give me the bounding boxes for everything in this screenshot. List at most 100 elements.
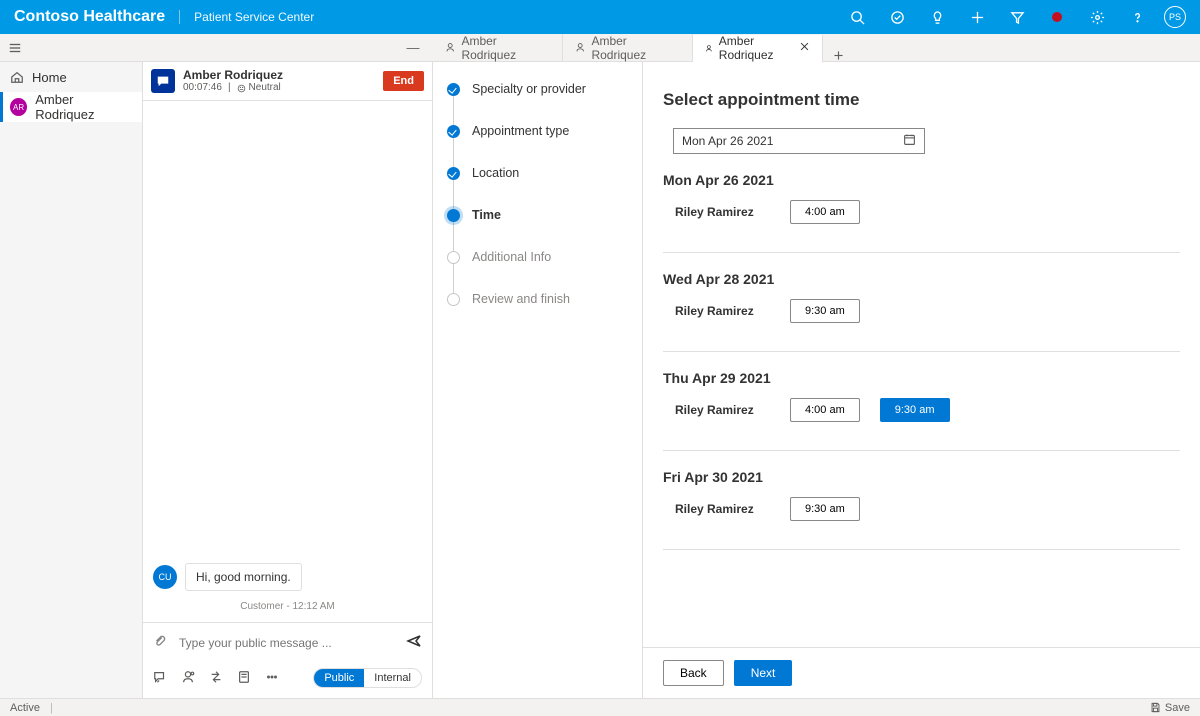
wizard-step-1[interactable]: Appointment type bbox=[447, 124, 628, 166]
tab-label: Amber Rodriquez bbox=[461, 34, 550, 62]
provider-name: Riley Ramirez bbox=[675, 304, 770, 318]
time-slot[interactable]: 4:00 am bbox=[790, 200, 860, 224]
wizard-step-0[interactable]: Specialty or provider bbox=[447, 82, 628, 124]
nav-home[interactable]: Home bbox=[0, 62, 142, 92]
seg-internal[interactable]: Internal bbox=[364, 669, 421, 687]
menu-icon[interactable] bbox=[0, 41, 30, 55]
main-content: Select appointment time Mon Apr 26 2021 … bbox=[643, 62, 1200, 698]
add-icon[interactable] bbox=[964, 4, 990, 30]
wizard-step-4[interactable]: Additional Info bbox=[447, 250, 628, 292]
tab-record-2[interactable]: Amber Rodriquez bbox=[693, 35, 823, 63]
provider-name: Riley Ramirez bbox=[675, 205, 770, 219]
time-slot[interactable]: 4:00 am bbox=[790, 398, 860, 422]
new-tab-icon[interactable] bbox=[823, 49, 853, 62]
help-icon[interactable] bbox=[1124, 4, 1150, 30]
attachment-icon[interactable] bbox=[153, 634, 167, 651]
filter-icon[interactable] bbox=[1004, 4, 1030, 30]
step-label: Specialty or provider bbox=[472, 82, 586, 96]
step-label: Appointment type bbox=[472, 124, 569, 138]
save-button[interactable]: Save bbox=[1150, 702, 1190, 714]
time-slot[interactable]: 9:30 am bbox=[880, 398, 950, 422]
slot-row: Riley Ramirez 4:00 am 9:30 am bbox=[663, 398, 1180, 422]
step-dot-icon bbox=[447, 209, 460, 222]
settings-icon[interactable] bbox=[1084, 4, 1110, 30]
slot-row: Riley Ramirez 9:30 am bbox=[663, 299, 1180, 323]
tab-record-0[interactable]: Amber Rodriquez bbox=[433, 34, 563, 62]
sentiment-indicator: Neutral bbox=[237, 82, 281, 94]
step-label: Time bbox=[472, 208, 501, 222]
message-input[interactable] bbox=[177, 635, 396, 651]
wizard-step-2[interactable]: Location bbox=[447, 166, 628, 208]
status-bar: Active | Save bbox=[0, 698, 1200, 716]
lightbulb-icon[interactable] bbox=[924, 4, 950, 30]
top-bar: Contoso Healthcare Patient Service Cente… bbox=[0, 0, 1200, 34]
compose-area: Public Internal bbox=[143, 622, 432, 698]
step-dot-icon bbox=[447, 251, 460, 264]
next-button[interactable]: Next bbox=[734, 660, 793, 686]
tab-strip: Amber Rodriquez Amber Rodriquez Amber Ro… bbox=[433, 34, 853, 62]
tab-label: Amber Rodriquez bbox=[591, 34, 680, 62]
brand-sub: Patient Service Center bbox=[179, 10, 314, 24]
time-slot[interactable]: 9:30 am bbox=[790, 497, 860, 521]
step-label: Review and finish bbox=[472, 292, 570, 306]
step-dot-icon bbox=[447, 167, 460, 180]
notes-icon[interactable] bbox=[237, 670, 251, 687]
tab-record-1[interactable]: Amber Rodriquez bbox=[563, 34, 693, 62]
task-icon[interactable] bbox=[884, 4, 910, 30]
visibility-toggle: Public Internal bbox=[313, 668, 422, 688]
provider-name: Riley Ramirez bbox=[675, 502, 770, 516]
conversation-header: Amber Rodriquez 00:07:46 | Neutral End bbox=[143, 62, 432, 101]
day-block: Wed Apr 28 2021 Riley Ramirez 9:30 am bbox=[663, 253, 1180, 352]
message-meta: Customer - 12:12 AM bbox=[153, 601, 422, 612]
transfer-icon[interactable] bbox=[209, 670, 223, 687]
status-state: Active bbox=[10, 702, 40, 714]
nav-home-label: Home bbox=[32, 70, 67, 85]
search-icon[interactable] bbox=[844, 4, 870, 30]
channel-chat-icon bbox=[151, 69, 175, 93]
wizard-step-3[interactable]: Time bbox=[447, 208, 628, 250]
consult-icon[interactable] bbox=[181, 670, 195, 687]
avatar-icon: AR bbox=[10, 98, 27, 116]
user-avatar[interactable]: PS bbox=[1164, 6, 1186, 28]
day-block: Fri Apr 30 2021Riley Ramirez9:30 am bbox=[663, 451, 1180, 550]
wizard-steps: Specialty or provider Appointment type Loc… bbox=[433, 62, 643, 698]
quick-reply-icon[interactable] bbox=[153, 670, 167, 687]
send-icon[interactable] bbox=[406, 633, 422, 652]
main-scroll[interactable]: Select appointment time Mon Apr 26 2021 … bbox=[643, 62, 1200, 647]
day-title: Wed Apr 28 2021 bbox=[663, 271, 1180, 287]
back-button[interactable]: Back bbox=[663, 660, 724, 686]
conversation-timer: 00:07:46 bbox=[183, 82, 222, 94]
day-title: Mon Apr 26 2021 bbox=[663, 172, 1180, 188]
sub-bar: — Amber Rodriquez Amber Rodriquez Amber … bbox=[0, 34, 1200, 62]
date-picker[interactable]: Mon Apr 26 2021 bbox=[673, 128, 925, 154]
close-icon[interactable] bbox=[799, 41, 810, 55]
time-slot[interactable]: 9:30 am bbox=[790, 299, 860, 323]
page-title: Select appointment time bbox=[663, 90, 1180, 110]
step-dot-icon bbox=[447, 125, 460, 138]
day-block: Thu Apr 29 2021 Riley Ramirez 4:00 am 9:30 … bbox=[663, 352, 1180, 451]
wizard-actions: Back Next bbox=[643, 647, 1200, 698]
brand-name: Contoso Healthcare bbox=[14, 8, 165, 26]
calendar-icon bbox=[903, 133, 916, 149]
step-dot-icon bbox=[447, 83, 460, 96]
more-icon[interactable] bbox=[265, 670, 279, 687]
conversation-body: CU Hi, good morning. Customer - 12:12 AM bbox=[143, 101, 432, 622]
step-dot-icon bbox=[447, 293, 460, 306]
nav-active-label: Amber Rodriquez bbox=[35, 92, 132, 122]
wizard-step-5[interactable]: Review and finish bbox=[447, 292, 628, 334]
provider-name: Riley Ramirez bbox=[675, 403, 770, 417]
message-row: CU Hi, good morning. bbox=[153, 563, 422, 591]
date-picker-value: Mon Apr 26 2021 bbox=[682, 134, 903, 148]
seg-public[interactable]: Public bbox=[314, 669, 364, 687]
left-nav: Home AR Amber Rodriquez bbox=[0, 62, 143, 698]
step-label: Location bbox=[472, 166, 519, 180]
nav-active-session[interactable]: AR Amber Rodriquez bbox=[0, 92, 142, 122]
presence-indicator[interactable] bbox=[1044, 4, 1070, 30]
day-title: Thu Apr 29 2021 bbox=[663, 370, 1180, 386]
message-avatar: CU bbox=[153, 565, 177, 589]
day-block: Mon Apr 26 2021 Riley Ramirez 4:00 am bbox=[663, 154, 1180, 253]
conversation-panel: Amber Rodriquez 00:07:46 | Neutral End C… bbox=[143, 62, 433, 698]
end-button[interactable]: End bbox=[383, 71, 424, 91]
minimize-icon[interactable]: — bbox=[399, 40, 427, 55]
tab-label: Amber Rodriquez bbox=[719, 34, 785, 62]
